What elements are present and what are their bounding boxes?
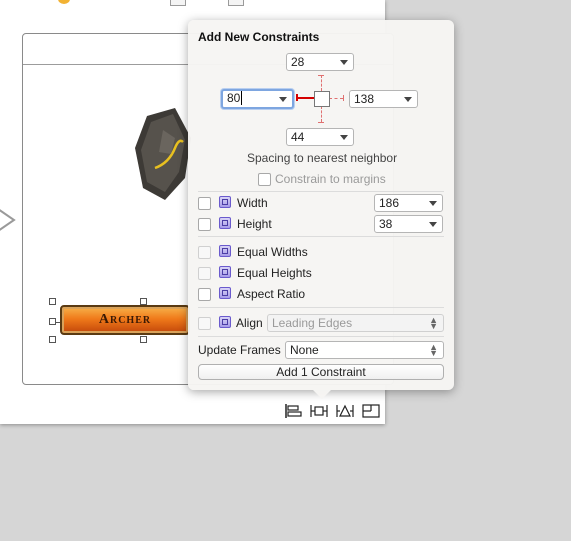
width-value: 186 [379, 196, 400, 210]
bottom-strut[interactable] [321, 106, 322, 122]
resize-handle-top-left[interactable] [49, 298, 56, 305]
width-constraint-icon [219, 196, 231, 208]
chevron-down-icon[interactable] [429, 201, 437, 206]
left-spacing-field[interactable]: 80 [221, 89, 294, 109]
equal-widths-checkbox[interactable] [198, 246, 211, 259]
equal-widths-label: Equal Widths [237, 245, 308, 259]
height-constraint-icon [219, 217, 231, 229]
up-down-chevron-icon: ▲ ▼ [429, 342, 438, 358]
constrain-margins-checkbox[interactable] [258, 173, 271, 186]
archer-button[interactable]: Archer [60, 305, 190, 335]
right-spacing-field[interactable]: 138 [349, 90, 418, 108]
left-strut-active[interactable] [297, 97, 314, 99]
align-select[interactable]: Leading Edges ▲ ▼ [267, 314, 444, 332]
canvas-top-strip [0, 0, 385, 10]
right-strut[interactable] [329, 98, 343, 99]
scene-dock-icon[interactable] [228, 0, 244, 6]
align-label: Align [236, 316, 263, 330]
resolve-issues-icon[interactable] [336, 403, 354, 419]
divider [198, 336, 444, 337]
align-icon[interactable] [284, 403, 302, 419]
update-frames-select[interactable]: None ▲ ▼ [285, 341, 444, 359]
entry-point-arrow-icon [0, 209, 16, 231]
aspect-ratio-icon [219, 287, 231, 299]
resize-handle-top[interactable] [140, 298, 147, 305]
chevron-down-icon[interactable] [404, 97, 412, 102]
update-frames-value: None [290, 343, 319, 357]
chevron-down-icon[interactable] [279, 97, 287, 102]
constrain-margins-label: Constrain to margins [275, 172, 386, 186]
spacing-caption: Spacing to nearest neighbor [247, 151, 398, 165]
left-spacing-value: 80 [227, 91, 241, 105]
pin-icon[interactable] [310, 403, 328, 419]
width-label: Width [237, 196, 268, 210]
align-edges-icon [219, 316, 231, 328]
rock-image[interactable] [135, 108, 191, 203]
divider [198, 307, 444, 308]
add-constraints-button[interactable]: Add 1 Constraint [198, 364, 444, 380]
divider [198, 191, 444, 192]
add-constraints-popover: Add New Constraints 28 80 138 44 Spacing… [188, 20, 454, 399]
divider [198, 236, 444, 237]
bottom-spacing-field[interactable]: 44 [286, 128, 354, 146]
width-checkbox[interactable] [198, 197, 211, 210]
bottom-spacing-value: 44 [291, 130, 305, 144]
exit-icon[interactable] [170, 0, 186, 6]
resize-handle-bottom-left[interactable] [49, 336, 56, 343]
first-responder-icon[interactable] [58, 0, 70, 4]
up-down-chevron-icon: ▲ ▼ [429, 315, 438, 331]
selected-view-box [314, 91, 330, 107]
popover-title: Add New Constraints [198, 30, 320, 44]
equal-widths-icon [219, 245, 231, 257]
height-label: Height [237, 217, 272, 231]
height-field[interactable]: 38 [374, 215, 443, 233]
chevron-down-icon[interactable] [340, 135, 348, 140]
top-strut[interactable] [321, 75, 322, 91]
right-strut-cap [343, 95, 344, 101]
equal-heights-checkbox[interactable] [198, 267, 211, 280]
height-value: 38 [379, 217, 393, 231]
update-frames-label: Update Frames [198, 343, 281, 357]
chevron-down-icon[interactable] [429, 222, 437, 227]
align-select-value: Leading Edges [272, 316, 353, 330]
bottom-strut-cap [318, 122, 324, 123]
chevron-down-icon[interactable] [340, 60, 348, 65]
aspect-ratio-label: Aspect Ratio [237, 287, 306, 301]
height-checkbox[interactable] [198, 218, 211, 231]
right-spacing-value: 138 [354, 92, 375, 106]
align-checkbox[interactable] [198, 317, 211, 330]
resize-handle-left[interactable] [49, 318, 56, 325]
popover-arrow [312, 389, 332, 399]
equal-heights-icon [219, 266, 231, 278]
equal-heights-label: Equal Heights [237, 266, 312, 280]
resize-handle-bottom[interactable] [140, 336, 147, 343]
top-spacing-value: 28 [291, 55, 305, 69]
top-spacing-field[interactable]: 28 [286, 53, 354, 71]
aspect-ratio-checkbox[interactable] [198, 288, 211, 301]
width-field[interactable]: 186 [374, 194, 443, 212]
resizing-icon[interactable] [362, 403, 380, 419]
